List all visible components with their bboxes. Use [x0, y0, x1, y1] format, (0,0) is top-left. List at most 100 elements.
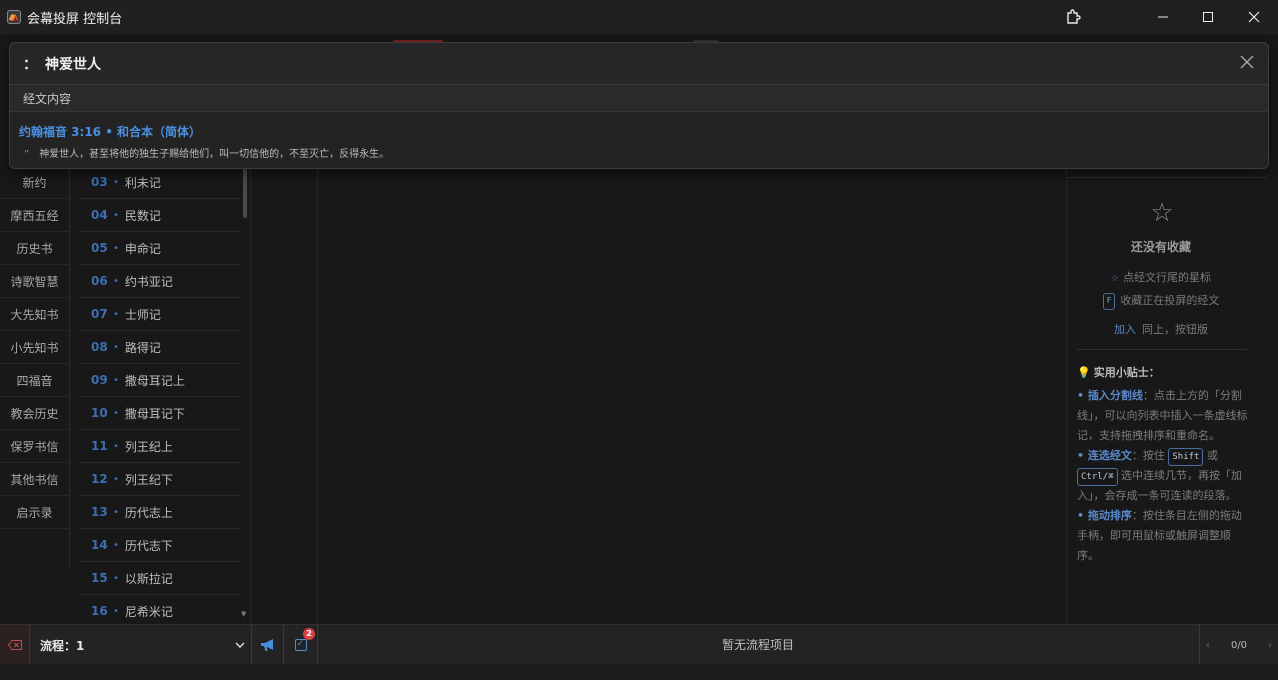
bullet: •: [113, 176, 119, 188]
category-item[interactable]: 历史书: [0, 232, 69, 265]
close-icon: [1248, 11, 1260, 23]
book-item[interactable]: 15 • 以斯拉记: [80, 562, 240, 595]
favorites-hint: ☆ 点经文行尾的星标: [1067, 269, 1255, 285]
favorites-hint: F 收藏正在投屏的经文: [1067, 292, 1255, 310]
quote-mark: ”: [24, 149, 30, 160]
book-number: 15: [91, 571, 108, 585]
extension-button[interactable]: [1050, 0, 1096, 34]
category-item[interactable]: 小先知书: [0, 331, 69, 364]
category-item[interactable]: 保罗书信: [0, 430, 69, 463]
checklist-button[interactable]: ✓ 2: [284, 625, 318, 665]
category-item[interactable]: 启示录: [0, 496, 69, 529]
book-name: 申命记: [124, 241, 161, 256]
title-bar: ⛺ 会幕投屏 控制台: [0, 0, 1278, 34]
book-name: 列王纪下: [124, 472, 173, 487]
book-item[interactable]: 09 • 撒母耳记上: [80, 364, 240, 397]
book-name: 路得记: [124, 340, 161, 355]
maximize-icon: [1203, 12, 1213, 22]
result-verse: 神爱世人，甚至将他的独生子赐给他们，叫一切信他的，不至灭亡，反得永生。: [39, 149, 390, 160]
minimize-button[interactable]: [1140, 0, 1186, 34]
minimize-icon: [1158, 16, 1168, 18]
favorites-empty-title: 还没有收藏: [1130, 240, 1191, 254]
bullet: •: [113, 407, 119, 419]
scroll-down-icon[interactable]: ▼: [241, 610, 246, 618]
book-name: 撒母耳记上: [124, 373, 185, 388]
book-name: 历代志下: [124, 538, 173, 553]
category-item[interactable]: 其他书信: [0, 463, 69, 496]
clear-flow-button[interactable]: [0, 625, 30, 665]
book-name: 历代志上: [124, 505, 173, 520]
book-number: 14: [91, 538, 108, 552]
category-item[interactable]: 四福音: [0, 364, 69, 397]
section-label: 经文内容: [23, 91, 72, 106]
announce-button[interactable]: [252, 625, 284, 665]
star-icon: ☆: [1110, 274, 1120, 284]
status-strip: [0, 664, 1278, 680]
favorites-hint-text: 收藏正在投屏的经文: [1120, 294, 1220, 307]
book-number: 13: [91, 505, 108, 519]
book-name: 民数记: [124, 208, 161, 223]
category-item[interactable]: 摩西五经: [0, 199, 69, 232]
book-item[interactable]: 12 • 列王纪下: [80, 463, 240, 496]
close-popup-button[interactable]: [1240, 55, 1254, 73]
pager-count: 0/0: [1230, 639, 1248, 651]
category-item[interactable]: 新约: [0, 166, 69, 199]
scrollbar-thumb[interactable]: [243, 168, 247, 218]
backspace-icon: [7, 640, 22, 650]
book-number: 10: [91, 406, 108, 420]
maximize-button[interactable]: [1185, 0, 1231, 34]
shortcut-key: Ctrl/⌘: [1077, 468, 1118, 486]
book-item[interactable]: 07 • 士师记: [80, 298, 240, 331]
window-title: 会幕投屏 控制台: [27, 11, 123, 27]
bullet: •: [113, 473, 119, 485]
category-item[interactable]: 教会历史: [0, 397, 69, 430]
tip-key: • 连选经文: [1077, 449, 1132, 462]
book-item[interactable]: 06 • 约书亚记: [80, 265, 240, 298]
divider: [250, 166, 251, 624]
favorites-panel: ☆ 还没有收藏 ☆ 点经文行尾的星标 F 收藏正在投屏的经文 加入 同上，按钮版 💡 实…: [1067, 186, 1267, 626]
book-item[interactable]: 13 • 历代志上: [80, 496, 240, 529]
divider: [1077, 349, 1247, 350]
book-name: 士师记: [124, 307, 161, 322]
tip-key: • 插入分割线: [1077, 389, 1143, 402]
book-item[interactable]: 08 • 路得记: [80, 331, 240, 364]
tips-title: 💡 实用小贴士：: [1077, 364, 1160, 380]
chevron-right-icon[interactable]: ›: [1268, 640, 1272, 651]
book-name: 尼希米记: [124, 604, 173, 619]
close-window-button[interactable]: [1231, 0, 1277, 34]
bullet: •: [113, 605, 119, 617]
book-item[interactable]: 05 • 申命记: [80, 232, 240, 265]
search-result[interactable]: 约翰福音 3:16 • 和合本（简体） ” 神爱世人，甚至将他的独生子赐给他们，叫…: [10, 112, 1268, 168]
book-item[interactable]: 10 • 撒母耳记下: [80, 397, 240, 430]
search-query: 神爱世人: [45, 56, 101, 73]
book-number: 09: [91, 373, 108, 387]
book-number: 11: [91, 439, 108, 453]
flow-empty-text: 暂无流程项目: [721, 638, 794, 652]
tip-text: 或: [1206, 449, 1218, 462]
checkbox-icon: ✓: [294, 639, 307, 651]
bullet: •: [113, 275, 119, 287]
search-popup-header: ： 神爱世人: [10, 43, 1268, 85]
book-list-scrollbar[interactable]: [242, 168, 248, 616]
chevron-left-icon[interactable]: ‹: [1206, 640, 1210, 651]
book-item[interactable]: 16 • 尼希米记: [80, 595, 240, 624]
result-text: ” 神爱世人，甚至将他的独生子赐给他们，叫一切信他的，不至灭亡，反得永生。: [24, 145, 389, 160]
category-item[interactable]: 大先知书: [0, 298, 69, 331]
book-item[interactable]: 04 • 民数记: [80, 199, 240, 232]
book-number: 04: [91, 208, 108, 222]
tips-title-text: 实用小贴士：: [1093, 366, 1160, 379]
book-item[interactable]: 14 • 历代志下: [80, 529, 240, 562]
book-item[interactable]: 03 • 利未记: [80, 166, 240, 199]
category-item[interactable]: 诗歌智慧: [0, 265, 69, 298]
book-item[interactable]: 11 • 列王纪上: [80, 430, 240, 463]
favorites-hint: 加入 同上，按钮版: [1067, 321, 1255, 337]
favorites-hint-text: 同上，按钮版: [1142, 323, 1208, 336]
bullet: •: [113, 341, 119, 353]
book-name: 列王纪上: [124, 439, 173, 454]
book-number: 07: [91, 307, 108, 321]
divider: [317, 166, 318, 624]
megaphone-icon: [260, 639, 273, 651]
flow-select[interactable]: 流程：1: [30, 625, 252, 665]
tips-body: • 插入分割线：点击上方的「分割线」，可以向列表中插入一条虚线标记，支持拖拽排序…: [1077, 386, 1249, 566]
book-number: 05: [91, 241, 108, 255]
